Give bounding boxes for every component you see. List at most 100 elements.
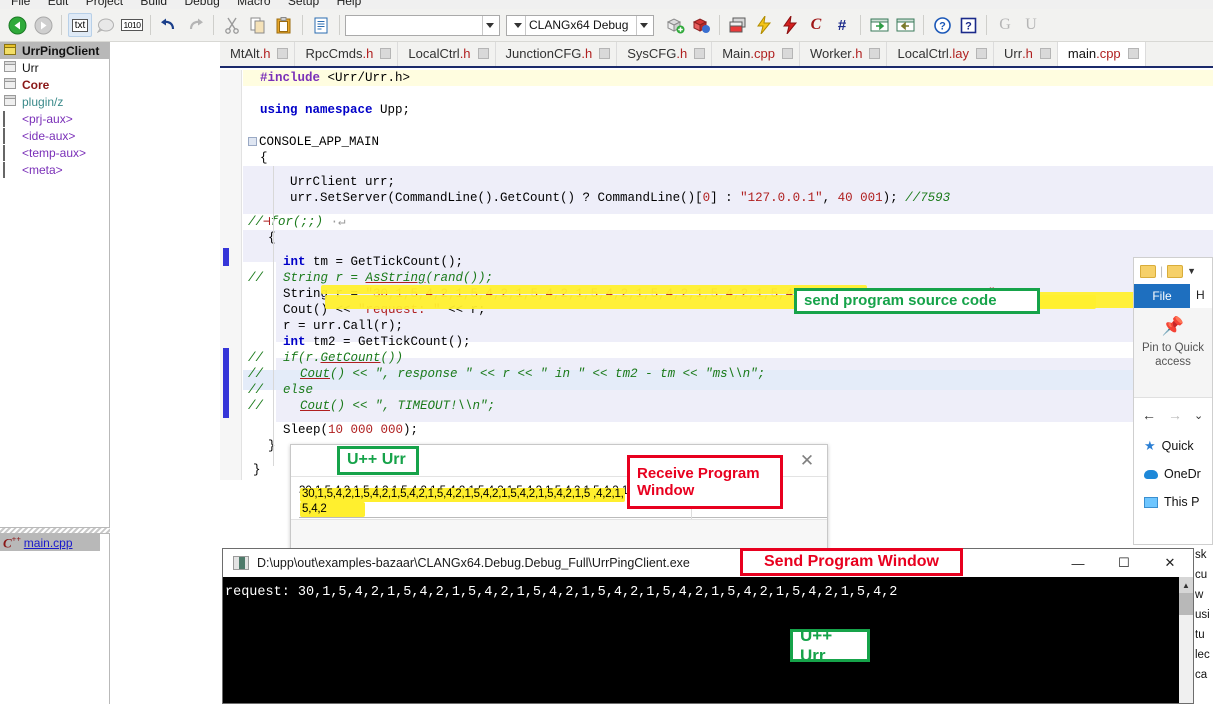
tree-item-urr[interactable]: Urr [0,59,109,76]
tab-close-icon[interactable] [277,48,288,59]
copy-button[interactable] [246,13,270,37]
tab-close-icon[interactable] [976,48,987,59]
menu-item-file[interactable]: File [4,0,37,8]
chevron-down-icon[interactable]: ▼ [1187,266,1196,276]
forward-button[interactable] [31,13,55,37]
tab-junctioncfg-h[interactable]: JunctionCFG.h [496,42,618,66]
back-arrow-icon[interactable]: ← [1142,407,1156,423]
new-file-button[interactable] [309,13,333,37]
scrollbar-track[interactable] [1179,615,1193,703]
design-mode-button[interactable] [94,13,118,37]
chevron-down-icon[interactable] [482,16,497,35]
help-button[interactable]: ? [930,13,954,37]
console-scrollbar[interactable]: ▲ [1179,577,1193,703]
tab-worker-h[interactable]: Worker.h [800,42,888,66]
paste-button[interactable] [272,13,296,37]
package-button[interactable] [689,13,713,37]
chevron-down-icon[interactable]: ⌄ [1194,409,1203,422]
file-list-item-ext: .cpp [50,536,73,550]
chevron-down-icon-left[interactable] [511,16,526,35]
tree-item-meta[interactable]: <meta> [0,161,109,178]
folder-icon[interactable] [1140,265,1156,278]
tab-rpccmds-h[interactable]: RpcCmds.h [295,42,398,66]
tab-close-icon[interactable] [380,48,391,59]
explorer-item-onedrive[interactable]: OneDr [1134,460,1212,488]
scroll-up-icon[interactable]: ▲ [1179,577,1193,593]
tree-item-plugin-z[interactable]: plugin/z [0,93,109,110]
menu-item-help[interactable]: Help [330,0,369,8]
tab-close-icon[interactable] [694,48,705,59]
tab-syscfg-h[interactable]: SysCFG.h [617,42,712,66]
menu-item-build[interactable]: Build [133,0,174,8]
pin-to-quick-access-button[interactable]: 📌 Pin to Quick access [1134,308,1212,398]
annotation-receive-program-window: Receive Program Window [627,455,783,509]
explorer-item-this-pc[interactable]: This P [1134,488,1212,516]
tab-main-cpp-upper[interactable]: Main.cpp [712,42,800,66]
explorer-item-quick-access[interactable]: ★ Quick [1134,432,1212,460]
change-marker [223,248,229,266]
menu-item-edit[interactable]: Edit [41,0,76,8]
tab-urr-h[interactable]: Urr.h [994,42,1058,66]
toolbar-separator [923,15,924,35]
undo-button[interactable] [157,13,181,37]
tab-close-icon[interactable] [1128,48,1139,59]
maximize-button[interactable]: ☐ [1101,549,1147,577]
hash-button[interactable]: # [830,13,854,37]
menu-item-project[interactable]: Project [79,0,130,8]
file-explorer-window[interactable]: | ▼ File H 📌 Pin to Quick access ← → ⌄ ★… [1133,257,1213,545]
close-x-icon[interactable]: ✕ [797,451,817,471]
method-combo[interactable] [345,15,500,36]
scrollbar-thumb[interactable] [1179,593,1193,615]
tree-item-ide-aux[interactable]: <ide-aux> [0,127,109,144]
google-search-button[interactable]: G [993,13,1017,37]
tab-close-icon[interactable] [478,48,489,59]
redo-button[interactable] [183,13,207,37]
minimize-button[interactable]: — [1055,549,1101,577]
tab-localctrl-h[interactable]: LocalCtrl.h [398,42,495,66]
tree-item-urrpingclient[interactable]: UrrPingClient [0,42,109,59]
tab-close-icon[interactable] [1040,48,1051,59]
tab-close-icon[interactable] [782,48,793,59]
build-combo[interactable]: CLANGx64 Debug [506,15,654,36]
tree-item-core[interactable]: Core [0,76,109,93]
explorer-item-label: OneDr [1164,467,1201,481]
tab-close-icon[interactable] [869,48,880,59]
pin-label: Pin to Quick access [1134,341,1212,370]
tab-label: Main [722,46,750,61]
step-into-button[interactable] [867,13,891,37]
fold-box-icon[interactable] [248,137,257,146]
close-button[interactable]: ✕ [1147,549,1193,577]
tree-item-prj-aux[interactable]: <prj-aux> [0,110,109,127]
u-button[interactable]: U [1019,13,1043,37]
menu-item-setup[interactable]: Setup [281,0,326,8]
debug-button[interactable] [778,13,802,37]
binary-label: 1010 [121,19,144,31]
menu-items: File Edit Project Build Debug Macro Setu… [4,0,368,8]
ribbon-tab-file[interactable]: File [1134,284,1190,308]
step-out-button[interactable] [893,13,917,37]
tab-main-cpp-active[interactable]: main.cpp [1058,42,1146,66]
package-add-button[interactable] [663,13,687,37]
tab-localctrl-lay[interactable]: LocalCtrl.lay [887,42,994,66]
menu-item-debug[interactable]: Debug [177,0,226,8]
console-window[interactable]: D:\upp\out\examples-bazaar\CLANGx64.Debu… [222,548,1194,704]
tab-close-icon[interactable] [599,48,610,59]
tab-mtalt-h[interactable]: MtAlt.h [220,42,295,66]
console-title-bar[interactable]: D:\upp\out\examples-bazaar\CLANGx64.Debu… [223,549,1193,577]
binary-mode-button[interactable]: 1010 [120,13,144,37]
forward-arrow-icon[interactable]: → [1168,407,1182,423]
build-button[interactable] [726,13,750,37]
code-editor[interactable]: #include <Urr/Urr.h> using namespace Upp… [220,70,1213,480]
file-list-item-main-cpp[interactable]: C++ main.cpp [0,534,100,551]
tree-item-temp-aux[interactable]: <temp-aux> [0,144,109,161]
menu-item-macro[interactable]: Macro [230,0,277,8]
run-button[interactable] [752,13,776,37]
back-button[interactable] [5,13,29,37]
cut-button[interactable] [220,13,244,37]
c-button[interactable]: C [804,13,828,37]
chevron-down-icon[interactable] [636,16,651,35]
ribbon-tab-home[interactable]: H [1190,284,1209,308]
text-mode-button[interactable]: txt [68,13,92,37]
question-button[interactable]: ? [956,13,980,37]
folder-icon[interactable] [1167,265,1183,278]
